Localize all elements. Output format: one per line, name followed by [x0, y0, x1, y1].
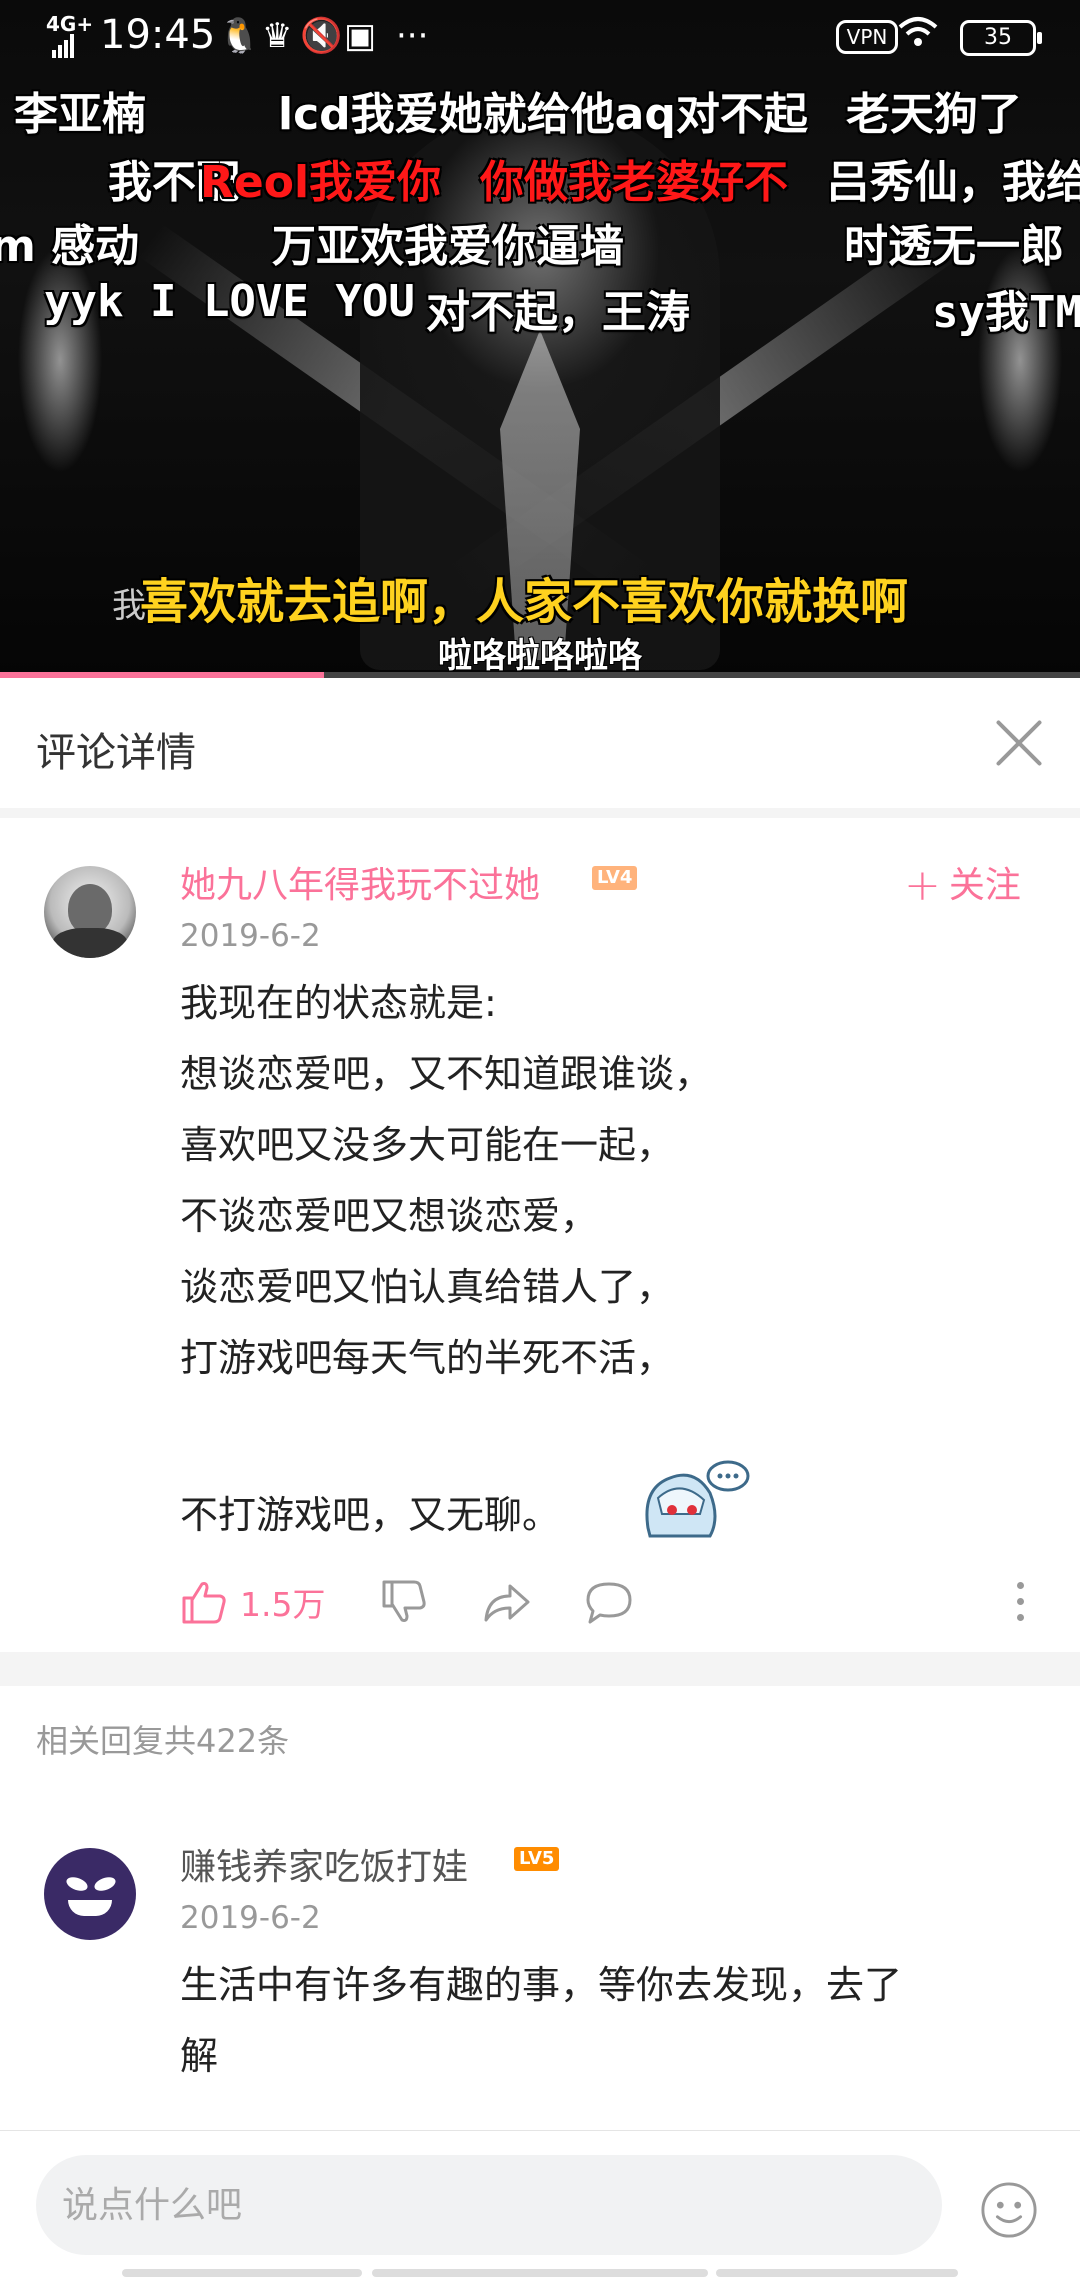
page-title: 评论详情	[36, 730, 196, 776]
video-subtitle: 喜欢就去追啊，人家不喜欢你就换啊	[140, 574, 909, 630]
qq-icon: 🐧	[218, 16, 261, 56]
reply-username[interactable]: 赚钱养家吃饭打娃	[180, 1838, 468, 1890]
comment-input[interactable]	[36, 2155, 942, 2255]
reply-line: 解	[180, 2034, 219, 2078]
comment-line: 喜欢吧又没多大可能在一起，	[180, 1123, 675, 1167]
nav-gesture-bar	[122, 2269, 362, 2277]
plus-icon: +	[904, 860, 941, 911]
signal-icon	[52, 34, 74, 58]
mute-icon: 🔇	[300, 16, 343, 56]
danmaku: 时透无一郎	[844, 221, 1064, 272]
close-icon[interactable]	[994, 718, 1044, 768]
avatar-eye	[92, 1874, 118, 1894]
emoji-icon[interactable]	[980, 2181, 1038, 2239]
avatar[interactable]	[44, 866, 136, 958]
comment-line: 不打游戏吧，又无聊。	[180, 1493, 561, 1537]
comment-icon	[586, 1582, 632, 1624]
follow-button[interactable]: + 关注	[904, 856, 1021, 911]
avatar-eye	[64, 1874, 90, 1894]
status-bar: 4G+ 19:45 🐧 ♛ 🔇 ▣ ··· VPN 35	[0, 0, 1080, 72]
avatar-mouth	[68, 1900, 112, 1916]
reply-button[interactable]	[584, 1574, 634, 1630]
crown-icon: ♛	[262, 16, 293, 56]
share-button[interactable]	[482, 1574, 532, 1630]
comment-detail-header: 评论详情	[0, 678, 1080, 809]
danmaku: 万亚欢我爱你逼墙	[272, 221, 624, 272]
comment-line: 谈恋爱吧又怕认真给错人了，	[180, 1265, 675, 1309]
level-badge: LV4	[592, 866, 638, 890]
wifi-icon	[898, 14, 938, 58]
danmaku: 你做我老婆好不	[480, 157, 788, 208]
vpn-badge: VPN	[836, 20, 898, 54]
video-lyric: 啦咯啦咯啦咯	[438, 636, 642, 676]
message-icon: ▣	[344, 16, 377, 56]
battery-indicator: 35	[960, 20, 1042, 56]
danmaku: 李亚楠	[14, 89, 146, 140]
divider	[0, 1652, 1080, 1686]
danmaku: yyk I LOVE YOU	[44, 276, 415, 327]
dislike-button[interactable]	[380, 1574, 428, 1630]
danmaku: 老天狗了	[846, 89, 1022, 140]
nav-gesture-bar	[716, 2269, 958, 2277]
more-notifications-icon: ···	[396, 16, 429, 56]
video-player[interactable]: 李亚楠 lcd我爱她就给他aq对不起 老天狗了 我不配 Reol我爱你 你做我老…	[0, 0, 1080, 678]
reply-line: 生活中有许多有趣的事，等你去发现，去了	[180, 1963, 903, 2007]
comment-username[interactable]: 她九八年得我玩不过她	[180, 856, 540, 908]
divider	[0, 808, 1080, 818]
replies-count: 相关回复共422条	[36, 1722, 290, 1760]
danmaku: 对不起，王涛	[426, 287, 690, 338]
follow-label: 关注	[948, 865, 1021, 906]
video-progress-bar[interactable]	[0, 672, 1080, 678]
danmaku: lcd我爱她就给他aq对不起	[278, 89, 808, 140]
comment-input-bar	[0, 2130, 1080, 2281]
danmaku: Reol我爱你	[200, 157, 442, 208]
like-button[interactable]: 1.5万	[180, 1574, 325, 1630]
danmaku: 吕秀仙，我给	[826, 157, 1080, 208]
comment-actions: 1.5万	[180, 1574, 1050, 1630]
danmaku: m 感动	[0, 221, 140, 272]
danmaku: sy我TM	[932, 287, 1080, 338]
avatar[interactable]	[44, 1848, 136, 1940]
comment-date: 2019-6-2	[180, 918, 321, 954]
nav-gesture-bar	[372, 2269, 708, 2277]
level-badge: LV5	[514, 1847, 560, 1871]
reply-date: 2019-6-2	[180, 1900, 321, 1936]
more-vertical-icon[interactable]	[1016, 1578, 1024, 1626]
comment-line: 打游戏吧每天气的半死不活，	[180, 1336, 675, 1380]
clock: 19:45	[100, 12, 216, 58]
avatar-body	[52, 928, 128, 958]
network-type: 4G+	[46, 12, 94, 36]
sticker-emote	[645, 1460, 750, 1538]
avatar-face	[68, 884, 112, 934]
thumb-down-icon	[382, 1580, 426, 1622]
comment-line: 想谈恋爱吧，又不知道跟谁谈，	[180, 1052, 713, 1096]
video-progress-fill	[0, 672, 324, 678]
thumb-up-icon	[182, 1582, 226, 1624]
comment-line: 不谈恋爱吧又想谈恋爱，	[180, 1194, 599, 1238]
like-count: 1.5万	[240, 1585, 326, 1624]
share-icon	[484, 1584, 530, 1622]
comment-line: 我现在的状态就是:	[180, 981, 497, 1025]
